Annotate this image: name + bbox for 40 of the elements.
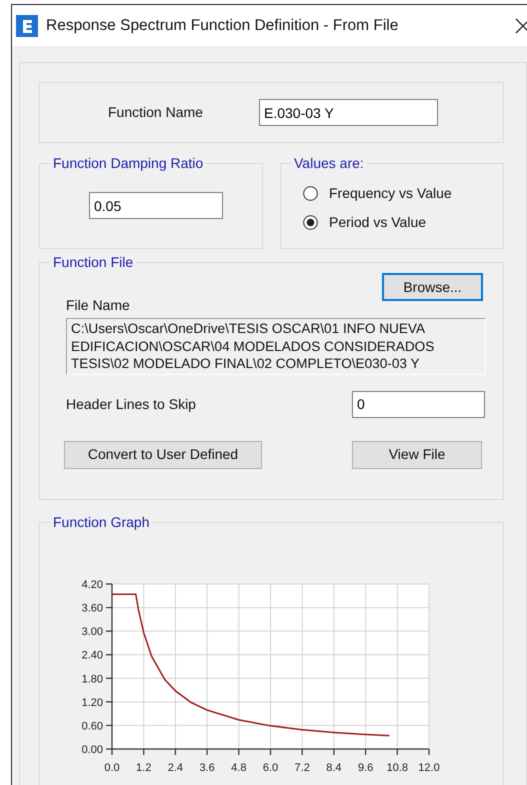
- axis-tick-label: 10.8: [386, 762, 408, 773]
- group-legend: Function Graph: [50, 515, 152, 529]
- damping-ratio-field[interactable]: 0.05: [89, 192, 223, 219]
- axis-tick-label: 2.4: [168, 762, 184, 773]
- axis-tick-label: 3.00: [82, 626, 103, 638]
- group-legend: Function Damping Ratio: [50, 156, 206, 170]
- group-legend: Function File: [50, 255, 136, 269]
- group-legend: Values are:: [291, 156, 367, 170]
- axis-tick-label: 0.60: [82, 720, 103, 732]
- axis-tick-label: 1.20: [82, 696, 103, 709]
- header-lines-field[interactable]: 0: [352, 390, 485, 418]
- radio-button[interactable]: [303, 215, 318, 230]
- window-title: Response Spectrum Function Definition - From File: [46, 16, 398, 36]
- axis-tick-label: 2.40: [82, 650, 103, 662]
- axis-tick-label: 0.0: [104, 762, 120, 773]
- axis-tick-label: 6.0: [262, 762, 278, 773]
- field-label: File Name: [66, 296, 131, 315]
- radio-label: Period vs Value: [329, 213, 426, 232]
- axis-tick-label: 3.60: [82, 602, 103, 615]
- close-icon[interactable]: [515, 18, 527, 34]
- app-icon: [16, 14, 38, 36]
- axis-tick-label: 1.2: [136, 762, 152, 773]
- axis-tick-label: 0.00: [82, 744, 103, 756]
- convert-button[interactable]: Convert to User Defined: [64, 440, 262, 468]
- axis-tick-label: 4.20: [82, 579, 103, 591]
- view-file-button[interactable]: View File: [352, 440, 482, 468]
- axis-tick-label: 4.8: [231, 762, 246, 773]
- browse-button[interactable]: Browse...: [382, 273, 483, 301]
- axis-tick-label: 12.0: [418, 762, 440, 773]
- radio-label: Frequency vs Value: [329, 184, 452, 203]
- axis-tick-label: 1.80: [82, 673, 103, 686]
- axis-tick-label: 7.2: [294, 762, 310, 773]
- function-name-field[interactable]: E.030-03 Y: [259, 99, 438, 126]
- radio-button[interactable]: [303, 186, 318, 201]
- axis-tick-label: 3.6: [199, 762, 215, 773]
- field-label: Header Lines to Skip: [66, 394, 197, 414]
- axis-tick-label: 9.6: [358, 762, 374, 773]
- file-path-text: C:\Users\Oscar\OneDrive\TESIS OSCAR\01 INFO NUEVA EDIFICACION\OSCAR\04 MODELADOS CONSIDERADOS TESIS\02 MODELADO FINAL\02 COMPLETO\E030-03 Y: [66, 318, 486, 374]
- axis-tick-label: 8.4: [326, 762, 342, 773]
- field-label: Function Name: [108, 103, 204, 122]
